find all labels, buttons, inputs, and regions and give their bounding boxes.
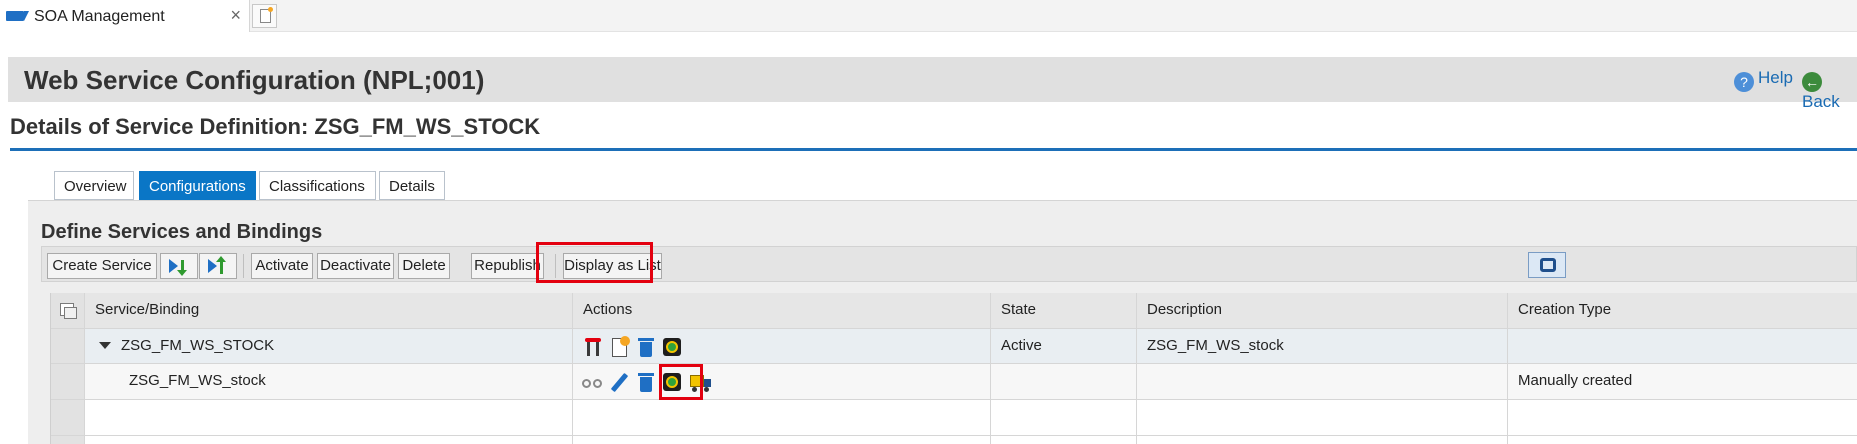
service-binding-cell: ZSG_FM_WS_STOCK	[85, 329, 573, 363]
select-all-cell[interactable]	[51, 293, 85, 328]
publish-action-highlight	[659, 364, 703, 400]
row-selector	[51, 400, 85, 435]
edit-pencil-icon[interactable]	[608, 371, 630, 393]
table-row[interactable]: ZSG_FM_WS_stock Manually created	[51, 364, 1857, 400]
table-row-empty	[51, 400, 1857, 436]
section-title: Define Services and Bindings	[41, 221, 323, 243]
empty-cell	[1137, 400, 1508, 435]
service-binding-cell: ZSG_FM_WS_stock	[85, 364, 573, 399]
republish-highlight	[536, 242, 653, 283]
empty-cell	[573, 436, 991, 444]
back-arrow-icon: ←	[1802, 72, 1822, 92]
app-title-bar: Web Service Configuration (NPL;001) ? Hel…	[8, 57, 1857, 111]
republish-button[interactable]: Republish	[471, 253, 544, 279]
table-header-row: Service/Binding Actions State Descriptio…	[51, 293, 1857, 329]
browser-tab-title: SOA Management	[34, 8, 165, 25]
activate-button[interactable]: Activate	[251, 253, 313, 279]
new-page-icon	[260, 7, 273, 23]
app-title: Web Service Configuration (NPL;001)	[24, 65, 485, 95]
help-label: Help	[1758, 68, 1793, 87]
toolbar-separator	[243, 254, 244, 278]
actions-cell	[573, 364, 991, 399]
create-service-button[interactable]: Create Service	[47, 253, 157, 279]
browser-tab-strip: SOA Management ×	[0, 0, 1857, 32]
expand-all-button[interactable]	[160, 253, 198, 279]
back-label: Back	[1802, 92, 1840, 111]
creation-type-cell	[1508, 329, 1857, 363]
empty-cell	[85, 400, 573, 435]
column-header-service-binding[interactable]: Service/Binding	[85, 293, 573, 328]
delete-icon[interactable]	[635, 371, 657, 393]
heading-divider	[10, 148, 1857, 151]
actions-cell	[573, 329, 991, 363]
empty-cell	[1137, 436, 1508, 444]
select-all-icon	[60, 303, 77, 319]
tab-configurations[interactable]: Configurations	[139, 171, 256, 200]
empty-cell	[991, 436, 1137, 444]
delete-icon[interactable]	[635, 336, 657, 358]
help-icon: ?	[1734, 72, 1754, 92]
arrow-up-icon	[216, 256, 226, 274]
row-selector[interactable]	[51, 329, 85, 363]
empty-cell	[1508, 400, 1857, 435]
column-header-actions[interactable]: Actions	[573, 293, 991, 328]
collapse-all-button[interactable]	[199, 253, 237, 279]
table-row[interactable]: ZSG_FM_WS_STOCK Active ZSG_FM_WS_stock	[51, 329, 1857, 364]
page-heading: Details of Service Definition: ZSG_FM_WS…	[10, 114, 541, 139]
deactivate-button[interactable]: Deactivate	[317, 253, 394, 279]
description-cell	[1137, 364, 1508, 399]
delete-button[interactable]: Delete	[398, 253, 450, 279]
sap-logo-icon	[6, 11, 29, 21]
browser-tab-soa-management[interactable]: SOA Management ×	[0, 0, 250, 32]
display-glasses-icon[interactable]	[581, 371, 603, 393]
column-header-state[interactable]: State	[991, 293, 1137, 328]
refresh-icon	[1540, 258, 1556, 272]
new-tab-button[interactable]	[252, 4, 277, 28]
tab-classifications[interactable]: Classifications	[259, 171, 376, 200]
column-header-creation-type[interactable]: Creation Type	[1508, 293, 1857, 328]
arrow-down-icon	[177, 260, 187, 276]
collapse-node-icon[interactable]	[99, 341, 111, 349]
help-link[interactable]: ? Help	[1734, 68, 1793, 92]
empty-cell	[85, 436, 573, 444]
create-binding-icon[interactable]	[583, 336, 605, 358]
state-cell: Active	[991, 329, 1137, 363]
tab-details[interactable]: Details	[379, 171, 445, 200]
empty-cell	[991, 400, 1137, 435]
tab-overview[interactable]: Overview	[54, 171, 134, 200]
new-document-icon[interactable]	[609, 336, 631, 358]
column-header-description[interactable]: Description	[1137, 293, 1508, 328]
creation-type-cell: Manually created	[1508, 364, 1857, 399]
back-link[interactable]: ←Back	[1802, 68, 1857, 112]
service-name: ZSG_FM_WS_STOCK	[121, 337, 275, 354]
state-cell	[991, 364, 1137, 399]
table-row-empty	[51, 436, 1857, 444]
services-toolbar: Create Service Activate Deactivate Delet…	[41, 246, 1857, 282]
row-selector	[51, 436, 85, 444]
close-tab-icon[interactable]: ×	[230, 5, 241, 26]
empty-cell	[1508, 436, 1857, 444]
services-table: Service/Binding Actions State Descriptio…	[50, 293, 1857, 444]
row-selector[interactable]	[51, 364, 85, 399]
publish-globe-icon[interactable]	[661, 336, 683, 358]
refresh-button[interactable]	[1528, 252, 1566, 278]
empty-cell	[573, 400, 991, 435]
description-cell: ZSG_FM_WS_stock	[1137, 329, 1508, 363]
